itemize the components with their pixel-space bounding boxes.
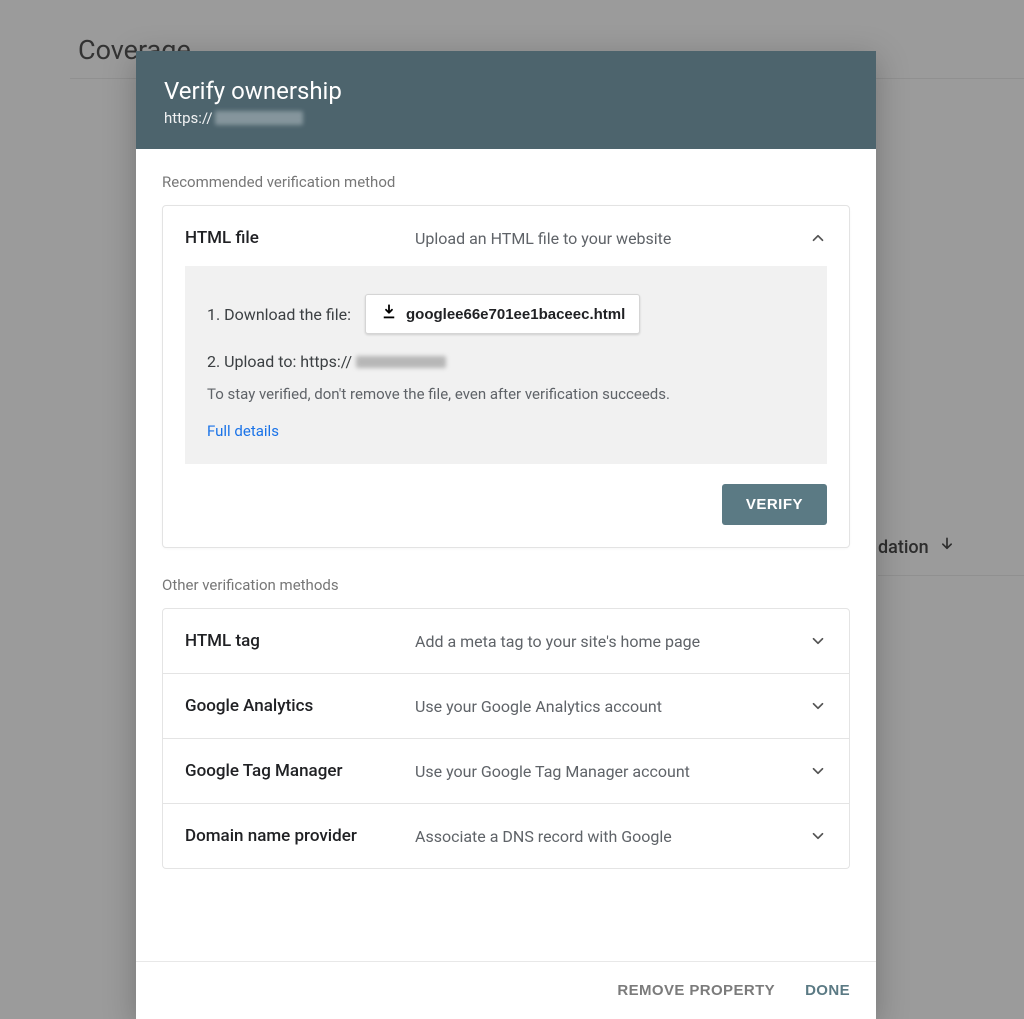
step-upload: 2. Upload to: https:// xyxy=(207,352,805,371)
method-name: Google Analytics xyxy=(185,696,395,716)
method-desc: Associate a DNS record with Google xyxy=(415,827,789,846)
method-name: HTML file xyxy=(185,228,395,248)
remove-property-button[interactable]: REMOVE PROPERTY xyxy=(615,978,777,1003)
dialog-header: Verify ownership https:// xyxy=(136,51,876,149)
chevron-down-icon xyxy=(809,697,827,715)
method-desc: Upload an HTML file to your website xyxy=(415,229,789,248)
method-html-tag[interactable]: HTML tag Add a meta tag to your site's h… xyxy=(162,608,850,674)
dialog-site-url: https:// xyxy=(164,109,848,127)
verification-note: To stay verified, don't remove the file,… xyxy=(207,385,805,403)
method-google-tag-manager[interactable]: Google Tag Manager Use your Google Tag M… xyxy=(162,739,850,804)
dialog-footer: REMOVE PROPERTY DONE xyxy=(136,961,876,1019)
recommended-section-label: Recommended verification method xyxy=(162,173,850,191)
download-file-button[interactable]: googlee66e701ee1baceec.html xyxy=(365,294,640,334)
upload-url-redacted xyxy=(356,356,446,368)
method-google-analytics[interactable]: Google Analytics Use your Google Analyti… xyxy=(162,674,850,739)
step-download: 1. Download the file: googlee66e701ee1ba… xyxy=(207,294,805,334)
method-name: Domain name provider xyxy=(185,826,395,846)
step2-prefix: 2. Upload to: https:// xyxy=(207,352,352,371)
download-icon xyxy=(380,303,398,325)
method-name: HTML tag xyxy=(185,631,395,651)
chevron-up-icon xyxy=(809,229,827,247)
method-desc: Add a meta tag to your site's home page xyxy=(415,632,789,651)
other-section-label: Other verification methods xyxy=(162,576,850,594)
recommended-method-card: HTML file Upload an HTML file to your we… xyxy=(162,205,850,548)
site-url-redacted xyxy=(215,111,303,125)
method-desc: Use your Google Analytics account xyxy=(415,697,789,716)
other-methods-list: HTML tag Add a meta tag to your site's h… xyxy=(162,608,850,869)
recommended-card-header[interactable]: HTML file Upload an HTML file to your we… xyxy=(163,206,849,266)
full-details-link[interactable]: Full details xyxy=(207,422,279,440)
done-button[interactable]: DONE xyxy=(803,978,852,1003)
chevron-down-icon xyxy=(809,632,827,650)
recommended-card-content: 1. Download the file: googlee66e701ee1ba… xyxy=(185,266,827,464)
method-desc: Use your Google Tag Manager account xyxy=(415,762,789,781)
chevron-down-icon xyxy=(809,827,827,845)
chevron-down-icon xyxy=(809,762,827,780)
step1-label: 1. Download the file: xyxy=(207,305,351,324)
verify-ownership-dialog: Verify ownership https:// Recommended ve… xyxy=(136,51,876,1019)
site-url-prefix: https:// xyxy=(164,109,213,127)
method-name: Google Tag Manager xyxy=(185,761,395,781)
method-domain-provider[interactable]: Domain name provider Associate a DNS rec… xyxy=(162,804,850,869)
dialog-body: Recommended verification method HTML fil… xyxy=(136,149,876,961)
verify-row: VERIFY xyxy=(163,480,849,547)
dialog-title: Verify ownership xyxy=(164,77,848,105)
verify-button[interactable]: VERIFY xyxy=(722,484,827,525)
download-filename: googlee66e701ee1baceec.html xyxy=(406,306,625,323)
